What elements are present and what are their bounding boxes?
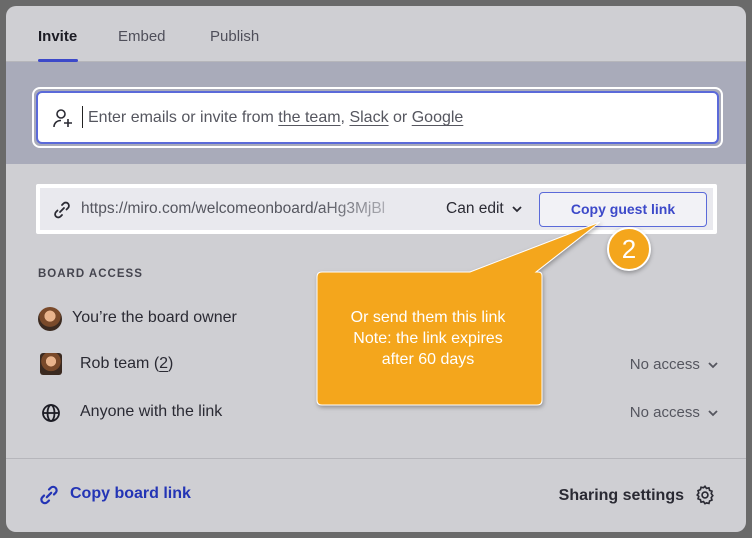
sharing-settings-label: Sharing settings [558, 487, 684, 504]
copy-guest-link-button[interactable]: Copy guest link [539, 192, 707, 227]
chevron-down-icon [708, 362, 718, 369]
team-avatar [40, 353, 62, 375]
callout-line-3: after 60 days [381, 351, 475, 368]
comma-text: , [340, 109, 345, 126]
text-caret [82, 106, 83, 128]
step-badge: 2 [607, 227, 651, 271]
team-suffix: ) [168, 355, 174, 372]
invite-prefix-text: Enter emails or invite from [88, 109, 279, 126]
invite-section: Enter emails or invite from the team, Sl… [6, 62, 746, 164]
tab-bar: Invite Embed Publish [6, 6, 746, 62]
gear-icon [696, 485, 714, 505]
anyone-row: Anyone with the link No access [38, 401, 718, 429]
anyone-access-dropdown[interactable]: No access [630, 404, 718, 421]
team-text: Rob team (2) [80, 355, 173, 373]
slack-link[interactable]: Slack [349, 109, 388, 126]
anyone-text: Anyone with the link [80, 403, 223, 420]
owner-avatar [38, 307, 62, 331]
link-icon [54, 201, 70, 219]
person-add-icon [53, 109, 72, 128]
callout-text: Or send them this link Note: the link ex… [318, 307, 538, 370]
permission-label: Can edit [446, 200, 504, 217]
link-icon [40, 485, 58, 505]
sharing-settings-button[interactable]: Sharing settings [556, 484, 716, 508]
invite-input[interactable]: Enter emails or invite from the team, Sl… [36, 91, 719, 144]
share-link-row: https://miro.com/welcomeonboard/aHg3MjBl… [40, 188, 713, 230]
tab-invite[interactable]: Invite [38, 28, 77, 45]
chevron-down-icon [708, 410, 718, 417]
share-url[interactable]: https://miro.com/welcomeonboard/aHg3MjBl [81, 200, 431, 218]
google-link[interactable]: Google [412, 109, 464, 126]
callout-line-2: Note: the link expires [353, 330, 503, 347]
tab-publish[interactable]: Publish [210, 28, 259, 45]
team-access-dropdown[interactable]: No access [630, 356, 718, 373]
team-link[interactable]: the team [278, 109, 340, 126]
team-access-label: No access [629, 356, 700, 373]
board-access-heading: BOARD ACCESS [38, 268, 143, 280]
anyone-access-label: No access [629, 404, 700, 421]
permission-dropdown[interactable]: Can edit [446, 200, 522, 218]
invite-placeholder: Enter emails or invite from the team, Sl… [88, 109, 463, 127]
tab-embed[interactable]: Embed [118, 28, 166, 45]
copy-board-link-label: Copy board link [70, 485, 191, 502]
owner-text: You’re the board owner [72, 309, 237, 326]
team-name: Rob team ( [80, 355, 160, 372]
chevron-down-icon [512, 206, 522, 213]
dialog-footer: Copy board link Sharing settings [6, 458, 746, 532]
team-member-count[interactable]: 2 [159, 355, 168, 372]
callout-line-1: Or send them this link [350, 309, 506, 326]
or-text: or [393, 109, 408, 126]
globe-icon [42, 404, 60, 422]
